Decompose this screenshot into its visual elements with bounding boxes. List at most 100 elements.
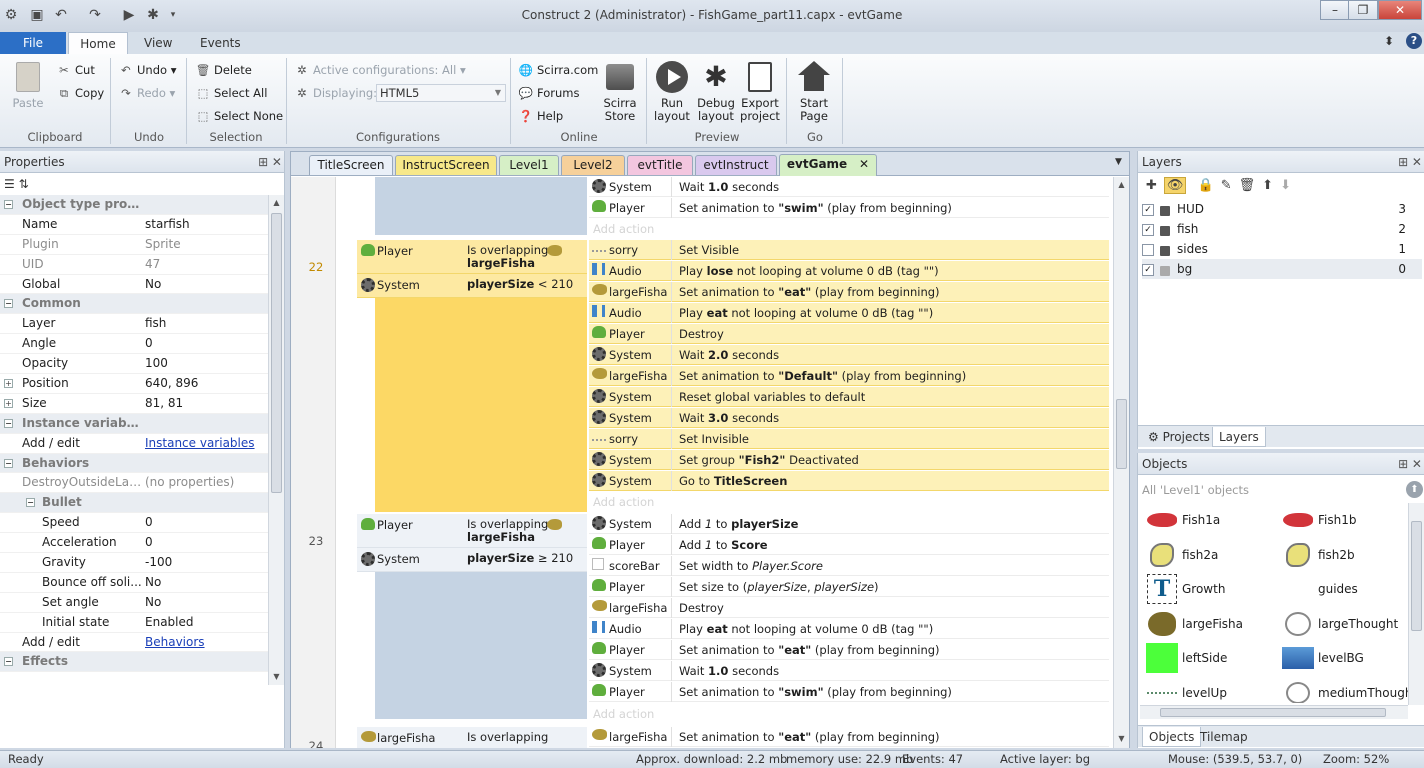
property-category[interactable]: − Effects — [0, 652, 268, 673]
scroll-down-icon[interactable]: ▼ — [1114, 731, 1129, 746]
property-link[interactable]: Instance variables — [145, 434, 255, 454]
delete-layer-icon[interactable]: 🗑 — [1239, 178, 1263, 193]
action-row[interactable]: Player Destroy — [589, 324, 1109, 344]
object-item-fish2b[interactable]: fish2b — [1276, 538, 1408, 572]
condition-row[interactable]: Player Is overlapping largeFisha — [357, 240, 587, 274]
displaying-select[interactable]: HTML5 ▼ — [376, 84, 506, 102]
property-row[interactable]: Add / edit Behaviors — [0, 633, 268, 653]
object-item-levelup[interactable]: levelUp — [1140, 676, 1280, 703]
categorized-icon[interactable]: ☰ — [4, 177, 15, 191]
action-row[interactable]: Audio Play eat not looping at volume 0 dB… — [589, 619, 1109, 639]
property-row[interactable]: Opacity 100 — [0, 354, 268, 375]
property-row[interactable]: Gravity -100 — [0, 553, 268, 573]
scroll-up-icon[interactable]: ▲ — [269, 195, 284, 210]
action-row[interactable]: System Add 1 to playerSize — [589, 514, 1109, 534]
collapse-icon[interactable]: − — [4, 657, 13, 667]
properties-scroll-thumb[interactable] — [271, 213, 282, 493]
objects-scroll-thumb[interactable] — [1411, 521, 1422, 631]
scirra-link[interactable]: 🌐 Scirra.com — [518, 60, 599, 80]
property-category[interactable]: − Bullet — [0, 493, 268, 514]
action-row[interactable]: sorry Set Visible — [589, 240, 1109, 260]
object-item-fish1a[interactable]: Fish1a — [1140, 503, 1280, 537]
properties-scrollbar[interactable]: ▲ ▼ — [268, 195, 284, 685]
object-item-fish2a[interactable]: fish2a — [1140, 538, 1280, 572]
collapse-icon[interactable]: − — [4, 200, 13, 209]
tab-titlescreen[interactable]: TitleScreen — [309, 155, 393, 175]
scirra-store-button[interactable]: Scirra Store — [598, 60, 642, 123]
object-item-leftside[interactable]: leftSide — [1140, 641, 1280, 675]
collapse-icon[interactable]: − — [26, 498, 35, 508]
sort-az-icon[interactable]: ⇅ — [19, 177, 29, 191]
maximize-button[interactable]: ❐ — [1348, 0, 1378, 20]
undo-icon[interactable]: ↶ — [52, 6, 70, 24]
property-row[interactable]: + Position 640, 896 — [0, 374, 268, 394]
property-row[interactable]: Bounce off soli... No — [0, 573, 268, 593]
action-row[interactable]: System Wait 1.0 seconds — [589, 661, 1109, 681]
property-row[interactable]: Acceleration 0 — [0, 533, 268, 554]
objects-vscrollbar[interactable] — [1408, 503, 1424, 705]
objects-hscrollbar[interactable] — [1140, 705, 1408, 719]
condition-row[interactable]: largeFisha Is overlapping — [357, 727, 587, 748]
action-row[interactable]: Player Add 1 to Score — [589, 535, 1109, 555]
objects-filter-input[interactable]: All 'Level1' objects — [1142, 481, 1404, 499]
close-button[interactable]: ✕ — [1378, 0, 1422, 20]
debug-layout-button[interactable]: ✱ Debug layout — [694, 60, 738, 123]
property-category[interactable]: − Instance variables — [0, 413, 268, 434]
action-row[interactable]: Player Set animation to "eat" (play from … — [589, 640, 1109, 660]
layer-visible-checkbox[interactable]: ✓ — [1142, 263, 1154, 276]
tab-instructscreen[interactable]: InstructScreen — [395, 155, 497, 175]
help-icon[interactable]: ? — [1406, 33, 1422, 49]
minimize-button[interactable]: – — [1320, 0, 1350, 20]
debug-icon[interactable]: ✱ — [144, 6, 162, 24]
tab-objects[interactable]: Objects — [1142, 727, 1202, 747]
layer-row-hud[interactable]: ✓ HUD 3 — [1142, 199, 1422, 219]
eye-icon[interactable]: 👁 — [1163, 177, 1187, 194]
redo-button[interactable]: ↷ Redo ▾ — [118, 83, 175, 103]
condition-row[interactable]: System playerSize ≥ 210 — [357, 548, 587, 572]
add-layer-icon[interactable]: ✚ — [1146, 178, 1164, 193]
property-row[interactable]: + Size 81, 81 — [0, 394, 268, 414]
filter-up-icon[interactable]: ⬆ — [1406, 481, 1423, 498]
object-item-fish1b[interactable]: Fish1b — [1276, 503, 1408, 537]
objects-pin-close[interactable]: ⊞ ✕ — [1388, 453, 1422, 475]
action-row[interactable]: largeFisha Destroy — [589, 598, 1109, 618]
property-row[interactable]: DestroyOutsideLay... (no properties) — [0, 473, 268, 494]
action-row[interactable]: Audio Play lose not looping at volume 0 d… — [589, 261, 1109, 281]
collapse-icon[interactable]: − — [4, 418, 13, 428]
object-item-guides[interactable]: guides — [1276, 572, 1408, 606]
action-row[interactable]: largeFisha Set animation to "eat" (play f… — [589, 282, 1109, 302]
scroll-up-icon[interactable]: ▲ — [1114, 177, 1129, 192]
expand-icon[interactable]: + — [4, 379, 13, 389]
action-row[interactable]: largeFisha Set animation to "Default" (pl… — [589, 366, 1109, 386]
move-down-icon[interactable]: ⬇ — [1280, 178, 1298, 193]
property-category[interactable]: − Behaviors — [0, 453, 268, 474]
action-row[interactable]: System Go to TitleScreen — [589, 471, 1109, 491]
layer-visible-checkbox[interactable]: ✓ — [1142, 223, 1154, 236]
start-page-button[interactable]: Start Page — [792, 60, 836, 123]
lock-icon[interactable] — [1160, 245, 1170, 256]
forums-link[interactable]: 💬 Forums — [518, 83, 580, 103]
move-up-icon[interactable]: ⬆ — [1262, 178, 1280, 193]
tab-home[interactable]: Home — [68, 32, 128, 54]
tab-evtgame[interactable]: evtGame ✕ — [779, 154, 877, 176]
export-project-button[interactable]: Export project — [738, 60, 782, 123]
tab-view[interactable]: View — [130, 32, 186, 54]
delete-button[interactable]: 🗑 Delete — [195, 60, 252, 80]
undo-button[interactable]: ↶ Undo ▾ — [118, 60, 176, 80]
save-icon[interactable]: ▣ — [28, 6, 46, 24]
objects-hscroll-thumb[interactable] — [1160, 708, 1386, 717]
property-row[interactable]: Plugin Sprite — [0, 235, 268, 255]
tab-evttitle[interactable]: evtTitle — [627, 155, 693, 175]
property-row[interactable]: Global No — [0, 275, 268, 295]
lock-icon[interactable] — [1160, 225, 1170, 236]
object-item-largethought[interactable]: largeThought — [1276, 607, 1408, 641]
tab-level1[interactable]: Level1 — [499, 155, 559, 175]
collapse-icon[interactable]: − — [4, 458, 13, 468]
select-none-button[interactable]: ⬚ Select None — [195, 106, 284, 126]
tab-tilemap[interactable]: Tilemap — [1194, 727, 1254, 747]
action-row[interactable]: System Wait 3.0 seconds — [589, 408, 1109, 428]
tabs-overflow-icon[interactable]: ▼ — [1115, 157, 1122, 167]
lock-icon[interactable]: 🔒 — [1198, 178, 1221, 193]
layer-row-sides[interactable]: sides 1 — [1142, 239, 1422, 259]
property-row[interactable]: UID 47 — [0, 255, 268, 275]
